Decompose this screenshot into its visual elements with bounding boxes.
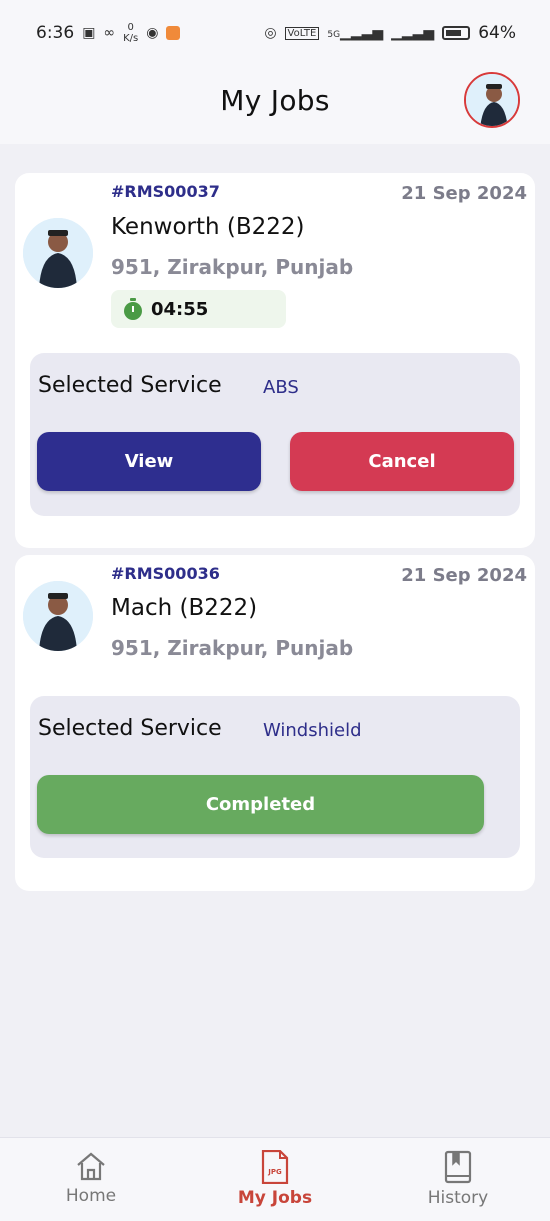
service-box: Selected Service Windshield Completed xyxy=(30,696,520,858)
nav-label-my-jobs: My Jobs xyxy=(237,1188,313,1208)
service-label: Selected Service xyxy=(38,716,222,741)
bottom-nav: Home JPG My Jobs History xyxy=(0,1137,550,1221)
service-value: ABS xyxy=(263,377,299,398)
cancel-button[interactable]: Cancel xyxy=(290,432,514,491)
nav-label-history: History xyxy=(427,1188,489,1208)
battery-icon xyxy=(442,26,471,40)
network-type: 5G xyxy=(327,30,341,40)
nav-item-home[interactable]: Home xyxy=(21,1150,161,1206)
customer-avatar xyxy=(23,581,93,651)
status-bar-right: ◎ VoLTE 5G▁▂▃▅ ▁▂▃▅ 64% xyxy=(264,23,516,43)
job-id: #RMS00037 xyxy=(111,182,220,201)
nav-label-home: Home xyxy=(65,1186,117,1206)
battery-percent: 64% xyxy=(478,23,516,43)
job-card: #RMS00037 21 Sep 2024 Kenworth (B222) 95… xyxy=(15,173,535,548)
job-date: 21 Sep 2024 xyxy=(401,565,527,586)
status-time: 6:36 xyxy=(36,23,75,43)
view-button[interactable]: View xyxy=(37,432,261,491)
net-speed-value: 0 xyxy=(127,22,134,33)
jpg-icon-text: JPG xyxy=(267,1168,282,1176)
nfc-icon: ▣ xyxy=(82,25,96,41)
signal-icon: ▁▂▃▅ xyxy=(391,25,435,41)
profile-avatar[interactable] xyxy=(464,72,520,128)
nav-item-my-jobs[interactable]: JPG My Jobs xyxy=(205,1150,345,1208)
home-icon xyxy=(77,1152,105,1181)
person-icon xyxy=(23,218,93,288)
volte-icon: VoLTE xyxy=(284,26,320,40)
net-speed-unit: K/s xyxy=(123,33,139,44)
service-value: Windshield xyxy=(263,720,362,741)
app-notification-icon: ◉ xyxy=(146,25,159,41)
job-id: #RMS00036 xyxy=(111,564,220,583)
app-header: My Jobs xyxy=(0,66,550,144)
vehicle-name: Mach (B222) xyxy=(111,595,258,621)
job-date: 21 Sep 2024 xyxy=(401,183,527,204)
signal-5g-icon: 5G▁▂▃▅ xyxy=(327,25,384,41)
person-icon xyxy=(466,74,518,126)
net-speed: 0 K/s xyxy=(123,22,138,44)
job-timer: 04:55 xyxy=(111,290,286,328)
jpg-file-icon: JPG xyxy=(261,1150,289,1184)
person-icon xyxy=(23,581,93,651)
timer-value: 04:55 xyxy=(151,298,209,320)
hotspot-icon: ◎ xyxy=(264,25,277,41)
app-badge-icon xyxy=(166,26,181,40)
stopwatch-icon xyxy=(124,298,142,320)
bluetooth-icon: ∞ xyxy=(103,25,116,41)
job-address: 951, Zirakpur, Punjab xyxy=(111,255,354,279)
customer-avatar xyxy=(23,218,93,288)
vehicle-name: Kenworth (B222) xyxy=(111,214,305,240)
book-icon xyxy=(444,1150,472,1184)
status-bar: 6:36 ▣ ∞ 0 K/s ◉ ◎ VoLTE 5G▁▂▃▅ ▁▂▃▅ 64% xyxy=(0,0,550,66)
service-label: Selected Service xyxy=(38,373,222,398)
service-box: Selected Service ABS View Cancel xyxy=(30,353,520,516)
job-card: #RMS00036 21 Sep 2024 Mach (B222) 951, Z… xyxy=(15,555,535,891)
job-address: 951, Zirakpur, Punjab xyxy=(111,636,354,660)
completed-button[interactable]: Completed xyxy=(37,775,484,834)
nav-item-history[interactable]: History xyxy=(388,1150,528,1208)
status-bar-left: 6:36 ▣ ∞ 0 K/s ◉ xyxy=(36,22,181,44)
